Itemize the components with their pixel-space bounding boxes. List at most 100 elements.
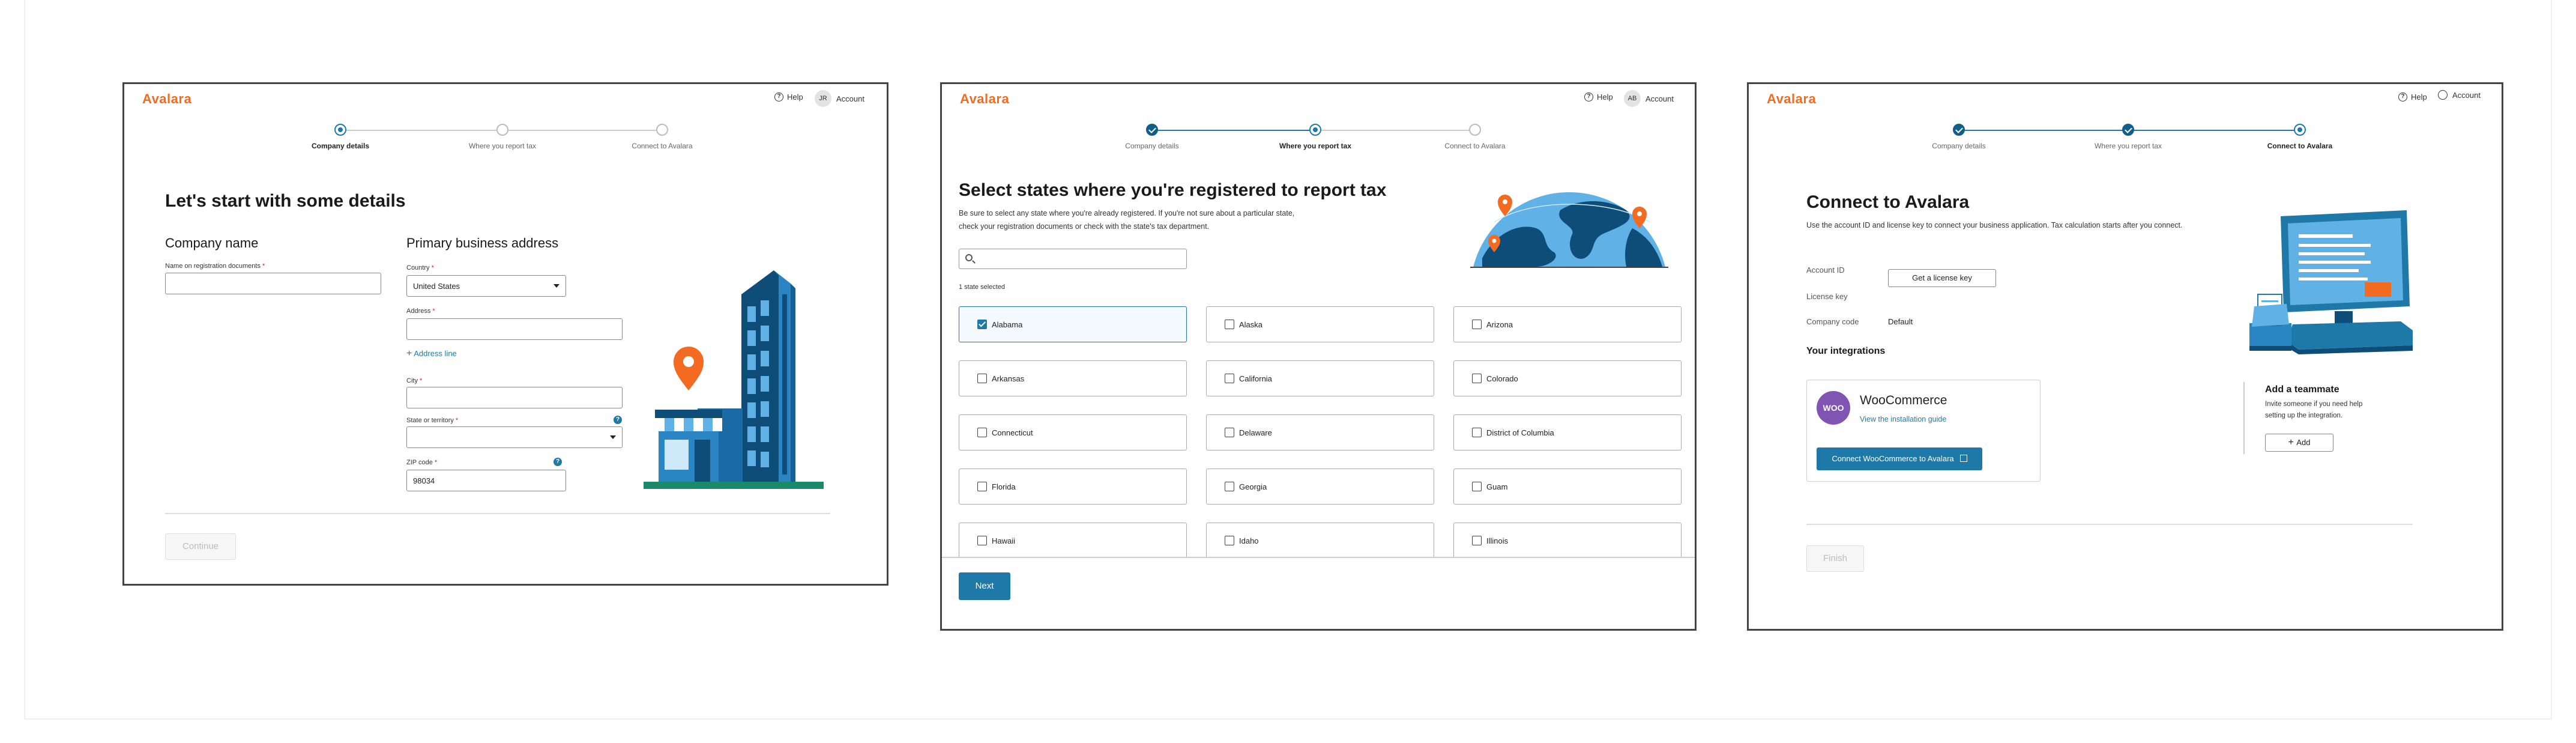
page-title: Connect to Avalara bbox=[1806, 192, 1970, 212]
state-label: Alabama bbox=[992, 320, 1023, 329]
checkbox-icon[interactable] bbox=[1225, 536, 1234, 545]
state-label: Arizona bbox=[1486, 320, 1513, 329]
checkbox-icon[interactable] bbox=[1472, 320, 1482, 329]
info-icon[interactable]: ? bbox=[614, 416, 622, 424]
checkbox-icon[interactable] bbox=[1225, 482, 1234, 491]
next-button[interactable]: Next bbox=[959, 572, 1010, 600]
plus-icon: + bbox=[406, 348, 412, 359]
step-active-icon bbox=[1309, 124, 1321, 136]
state-label: Alaska bbox=[1239, 320, 1263, 329]
description-line: check your registration documents or che… bbox=[959, 222, 1210, 231]
report-tax-screen: Avalara ? Help AB Account Company details … bbox=[940, 82, 1697, 631]
avalara-logo[interactable]: Avalara bbox=[1767, 91, 1816, 107]
state-label: Florida bbox=[992, 482, 1016, 491]
account-id-label: Account ID bbox=[1806, 265, 1845, 274]
account-label: Account bbox=[1645, 94, 1674, 103]
address-input[interactable] bbox=[406, 318, 623, 340]
page-title: Select states where you're registered to… bbox=[959, 180, 1387, 200]
step-label: Company details bbox=[1125, 142, 1179, 150]
search-icon-handle bbox=[972, 260, 976, 264]
checkbox-icon[interactable] bbox=[977, 482, 987, 491]
woocommerce-logo-icon: WOO bbox=[1817, 391, 1850, 425]
checkbox-icon[interactable] bbox=[977, 536, 987, 545]
checkbox-icon[interactable] bbox=[1472, 428, 1482, 437]
add-teammate-title: Add a teammate bbox=[2265, 384, 2339, 395]
avatar: AB bbox=[1624, 90, 1641, 107]
name-label: Name on registration documents * bbox=[165, 262, 265, 270]
chevron-down-icon bbox=[610, 435, 616, 439]
help-label: Help bbox=[2411, 92, 2427, 102]
checkbox-icon[interactable] bbox=[1472, 482, 1482, 491]
checkbox-icon[interactable] bbox=[1225, 374, 1234, 383]
checkmark-icon bbox=[1953, 124, 1965, 136]
continue-button[interactable]: Continue bbox=[165, 533, 236, 560]
add-teammate-button[interactable]: + Add bbox=[2265, 434, 2333, 452]
top-bar: Avalara ? Help JR Account bbox=[124, 84, 887, 113]
divider bbox=[165, 513, 830, 514]
account-menu[interactable]: JR Account bbox=[815, 90, 864, 107]
state-option-california[interactable]: California bbox=[1206, 360, 1434, 396]
account-label: Account bbox=[2452, 90, 2481, 100]
state-label: Georgia bbox=[1239, 482, 1267, 491]
help-label: Help bbox=[1597, 92, 1613, 102]
zip-input[interactable]: 98034 bbox=[406, 470, 566, 491]
company-name-input[interactable] bbox=[165, 273, 381, 294]
help-link[interactable]: ? Help bbox=[774, 92, 803, 102]
step-label: Where you report tax bbox=[1279, 142, 1352, 150]
state-option-florida[interactable]: Florida bbox=[959, 469, 1187, 505]
get-license-key-button[interactable]: Get a license key bbox=[1888, 269, 1996, 287]
finish-button[interactable]: Finish bbox=[1806, 545, 1864, 572]
state-option-alaska[interactable]: Alaska bbox=[1206, 306, 1434, 342]
info-icon[interactable]: ? bbox=[554, 458, 562, 466]
step-company-details: Company details bbox=[280, 124, 400, 150]
state-search-input[interactable] bbox=[959, 249, 1187, 269]
help-link[interactable]: ? Help bbox=[2398, 92, 2427, 102]
step-label: Where you report tax bbox=[2094, 142, 2162, 150]
checkbox-icon[interactable] bbox=[1472, 536, 1482, 545]
account-menu[interactable]: Account bbox=[2438, 90, 2481, 100]
state-option-illinois[interactable]: Illinois bbox=[1453, 523, 1682, 559]
connect-woocommerce-button[interactable]: Connect WooCommerce to Avalara bbox=[1817, 447, 1982, 470]
connect-screen: Avalara ? Help Account Company details Wh… bbox=[1747, 82, 2503, 631]
checkbox-checked-icon[interactable] bbox=[977, 320, 987, 329]
installation-guide-link[interactable]: View the installation guide bbox=[1860, 415, 1946, 423]
checkbox-icon[interactable] bbox=[977, 428, 987, 437]
state-select[interactable] bbox=[406, 426, 623, 448]
storefront-building-illustration bbox=[644, 270, 824, 489]
checkbox-icon[interactable] bbox=[977, 374, 987, 383]
help-icon: ? bbox=[774, 92, 783, 102]
state-option-alabama[interactable]: Alabama bbox=[959, 306, 1187, 342]
step-company-details: Company details bbox=[1092, 124, 1212, 150]
company-section-title: Company name bbox=[165, 235, 259, 250]
state-option-connecticut[interactable]: Connecticut bbox=[959, 414, 1187, 450]
state-option-georgia[interactable]: Georgia bbox=[1206, 469, 1434, 505]
step-active-icon bbox=[2294, 124, 2306, 136]
country-select[interactable]: United States bbox=[406, 275, 566, 297]
divider bbox=[2243, 382, 2245, 454]
city-input[interactable] bbox=[406, 387, 623, 408]
state-option-dc[interactable]: District of Columbia bbox=[1453, 414, 1682, 450]
checkbox-icon[interactable] bbox=[1472, 374, 1482, 383]
state-option-guam[interactable]: Guam bbox=[1453, 469, 1682, 505]
help-icon: ? bbox=[1584, 92, 1593, 102]
account-icon bbox=[2438, 90, 2448, 100]
top-bar: Avalara ? Help Account bbox=[1749, 84, 2502, 113]
state-option-idaho[interactable]: Idaho bbox=[1206, 523, 1434, 559]
add-address-line-link[interactable]: + Address line bbox=[406, 348, 457, 359]
checkbox-icon[interactable] bbox=[1225, 320, 1234, 329]
page-description: Be sure to select any state where you're… bbox=[959, 207, 1294, 233]
state-option-hawaii[interactable]: Hawaii bbox=[959, 523, 1187, 559]
presentation-canvas: Avalara ? Help JR Account Company details … bbox=[24, 0, 2552, 720]
state-option-colorado[interactable]: Colorado bbox=[1453, 360, 1682, 396]
avalara-logo[interactable]: Avalara bbox=[960, 91, 1009, 107]
state-option-arizona[interactable]: Arizona bbox=[1453, 306, 1682, 342]
state-option-arkansas[interactable]: Arkansas bbox=[959, 360, 1187, 396]
state-option-delaware[interactable]: Delaware bbox=[1206, 414, 1434, 450]
checkbox-icon[interactable] bbox=[1225, 428, 1234, 437]
help-link[interactable]: ? Help bbox=[1584, 92, 1613, 102]
avalara-logo[interactable]: Avalara bbox=[142, 91, 192, 107]
account-menu[interactable]: AB Account bbox=[1624, 90, 1674, 107]
step-label: Connect to Avalara bbox=[2267, 142, 2333, 150]
help-label: Help bbox=[787, 92, 803, 102]
zip-label: ZIP code * bbox=[406, 459, 438, 466]
